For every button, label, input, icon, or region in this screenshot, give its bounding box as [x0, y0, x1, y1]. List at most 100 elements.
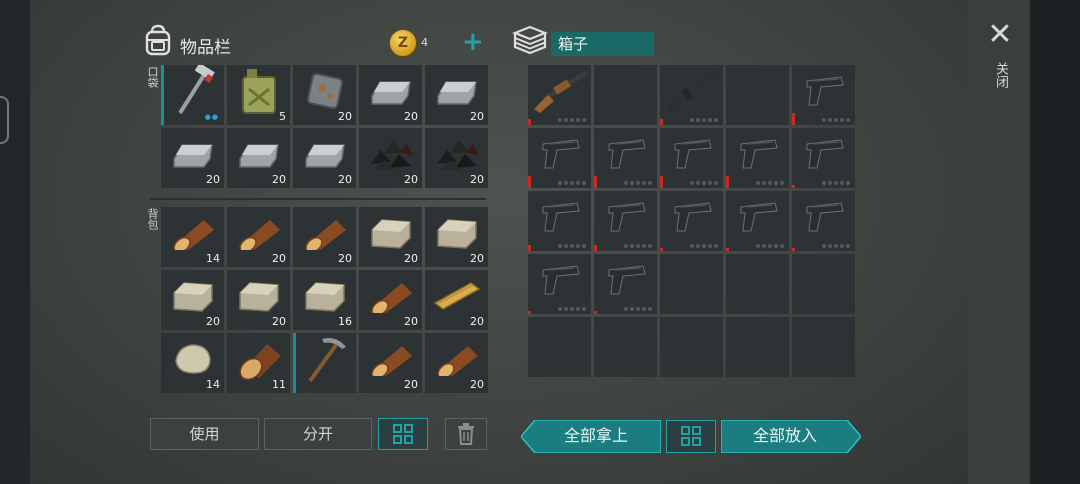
item-quantity: 20 [338, 173, 352, 186]
container-slot[interactable] [594, 254, 657, 314]
item-quantity: 20 [338, 252, 352, 265]
container-sort-button[interactable] [666, 420, 716, 453]
backpack-slot[interactable]: 20 [359, 207, 422, 267]
section-divider [150, 198, 486, 200]
screen-edge [1030, 0, 1080, 484]
container-slot[interactable] [726, 191, 789, 251]
backpack-slot[interactable]: 11 [227, 333, 290, 393]
pistol-icon [539, 136, 581, 176]
backpack-slot[interactable]: 20 [227, 207, 290, 267]
condition-bar [792, 248, 795, 251]
log-big-icon [235, 338, 283, 384]
item-quantity: 20 [272, 315, 286, 328]
ammo-dots: ●● [204, 113, 219, 121]
container-slot[interactable] [792, 191, 855, 251]
crate-icon [512, 25, 548, 55]
attachment-dots [558, 118, 586, 122]
item-quantity: 20 [404, 378, 418, 391]
condition-bar [594, 311, 597, 314]
pockets-slot[interactable]: 20 [425, 128, 488, 188]
pockets-slot[interactable]: 20 [293, 128, 356, 188]
container-slot[interactable] [792, 254, 855, 314]
attachment-dots [624, 244, 652, 248]
pockets-slot[interactable]: 20 [359, 65, 422, 125]
close-label[interactable]: 关闭 [990, 62, 1008, 88]
stone-icon [172, 341, 214, 381]
pockets-slot[interactable]: 20 [293, 65, 356, 125]
pockets-slot[interactable]: 20 [359, 128, 422, 188]
condition-bar [660, 176, 663, 188]
container-slot[interactable] [528, 317, 591, 377]
put-all-button[interactable]: 全部放入 [721, 420, 861, 453]
container-slot[interactable] [726, 317, 789, 377]
container-slot[interactable] [528, 65, 591, 125]
item-quantity: 20 [470, 173, 484, 186]
condition-bar [594, 176, 597, 188]
container-slot[interactable] [594, 128, 657, 188]
stone-block-icon [236, 279, 282, 317]
split-button[interactable]: 分开 [264, 418, 372, 450]
close-button[interactable]: ✕ [987, 20, 1013, 50]
container-slot[interactable] [726, 254, 789, 314]
pistol-icon [803, 136, 845, 176]
item-quantity: 14 [206, 252, 220, 265]
pickaxe-icon [302, 333, 348, 389]
container-slot[interactable] [594, 317, 657, 377]
pistol-icon [605, 136, 647, 176]
container-slot[interactable] [792, 128, 855, 188]
container-slot[interactable] [594, 191, 657, 251]
attachment-dots [624, 181, 652, 185]
pockets-slot[interactable]: 20 [161, 128, 224, 188]
condition-bar [660, 248, 663, 251]
coin-count: 4 [421, 36, 428, 49]
use-button[interactable]: 使用 [150, 418, 259, 450]
backpack-slot[interactable]: 20 [227, 270, 290, 330]
pistol-icon [671, 136, 713, 176]
coal-icon [367, 134, 415, 178]
backpack-slot[interactable]: 14 [161, 333, 224, 393]
attachment-dots [822, 118, 850, 122]
pockets-slot[interactable]: 20 [227, 128, 290, 188]
backpack-slot[interactable]: 20 [293, 207, 356, 267]
container-slot[interactable] [528, 254, 591, 314]
backpack-slot[interactable] [293, 333, 356, 393]
container-slot[interactable] [792, 65, 855, 125]
item-quantity: 20 [206, 173, 220, 186]
container-slot[interactable] [528, 128, 591, 188]
sort-button[interactable] [378, 418, 428, 450]
item-quantity: 20 [470, 315, 484, 328]
container-slot[interactable] [726, 65, 789, 125]
backpack-slot[interactable]: 20 [425, 270, 488, 330]
backpack-slot[interactable]: 14 [161, 207, 224, 267]
container-slot[interactable] [660, 254, 723, 314]
pistol-icon [737, 136, 779, 176]
pockets-slot[interactable]: 20 [425, 65, 488, 125]
container-slot[interactable] [660, 65, 723, 125]
container-slot[interactable] [660, 128, 723, 188]
container-slot[interactable] [792, 317, 855, 377]
pistol-icon [605, 199, 647, 239]
backpack-slot[interactable]: 16 [293, 270, 356, 330]
backpack-slot[interactable]: 20 [425, 207, 488, 267]
grid-icon [393, 424, 413, 444]
container-name[interactable]: 箱子 [551, 32, 654, 56]
container-slot[interactable] [726, 128, 789, 188]
container-slot[interactable] [594, 65, 657, 125]
add-coins-button[interactable]: + [462, 29, 484, 55]
container-slot[interactable] [660, 317, 723, 377]
log-icon [236, 216, 282, 254]
backpack-slot[interactable]: 20 [425, 333, 488, 393]
backpack-slot[interactable]: 20 [161, 270, 224, 330]
pockets-slot[interactable]: 5 [227, 65, 290, 125]
container-slot[interactable] [660, 191, 723, 251]
attachment-dots [690, 244, 718, 248]
take-all-button[interactable]: 全部拿上 [521, 420, 661, 453]
container-slot[interactable] [528, 191, 591, 251]
shotgun-icon [530, 69, 590, 117]
backpack-slot[interactable]: 20 [359, 270, 422, 330]
trash-button[interactable] [445, 418, 487, 450]
stone-block-icon [368, 216, 414, 254]
side-tab[interactable] [0, 96, 9, 144]
pockets-slot[interactable]: ●● [161, 62, 224, 125]
backpack-slot[interactable]: 20 [359, 333, 422, 393]
